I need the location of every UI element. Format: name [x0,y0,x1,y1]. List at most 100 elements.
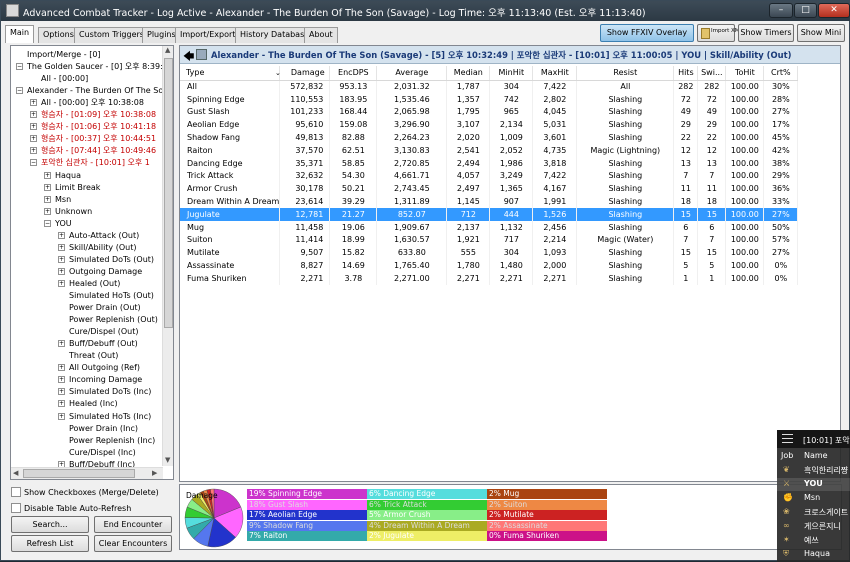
tree-node[interactable]: All - [00:00] 오후 10:38:08 [41,97,144,109]
column-header[interactable]: Swi... [697,66,727,81]
column-header[interactable]: MaxHit [532,66,578,81]
table-row[interactable]: Trick Attack 32,632 54.30 4,661.71 4,057 3,24… [180,169,799,183]
tree-node[interactable]: Limit Break [55,182,100,194]
tree-node[interactable]: Msn [55,194,71,206]
tree-node[interactable]: Power Replenish (Inc) [69,435,155,447]
table-row[interactable]: Gust Slash 101,233 168.44 2,065.98 1,795 965 4… [180,105,799,119]
expand-icon[interactable]: + [58,400,65,408]
expand-icon[interactable]: + [44,195,51,203]
back-arrow-icon[interactable]: 🡄 [183,48,194,67]
minimize-button[interactable]: – [769,3,793,18]
tree-node[interactable]: Healed (Inc) [69,398,118,410]
tree-node[interactable]: Import/Merge - [0] [27,49,101,61]
table-row[interactable]: Spinning Edge 110,553 183.95 1,535.46 1,357 7… [180,92,799,106]
tree-node[interactable]: 형슴자 - [01:06] 오후 10:41:18 [41,121,156,133]
expand-icon[interactable]: + [30,111,37,119]
tree-node[interactable]: Simulated HoTs (Out) [69,290,154,302]
tree-node[interactable]: Skill/Ability (Out) [69,242,136,254]
tree-node[interactable]: Cure/Dispel (Out) [69,326,138,338]
expand-icon[interactable]: + [58,267,65,275]
column-header[interactable]: Type [180,66,281,81]
table-row[interactable]: Assassinate 8,827 14.69 1,765.40 1,780 1,480 2… [180,259,799,272]
expand-icon[interactable]: + [58,255,65,263]
table-row[interactable]: All 572,832 953.13 2,031.32 1,787 304 7,422 All… [180,80,799,93]
tree-node[interactable]: Power Replenish (Out) [69,314,158,326]
close-button[interactable]: ✕ [818,3,850,18]
tree-node[interactable]: The Golden Saucer - [0] 오후 8:39:5 [27,61,168,73]
column-header[interactable]: MinHit [489,66,534,81]
expand-icon[interactable]: + [58,364,65,372]
tab-history-database[interactable]: History Database [235,27,315,43]
column-header[interactable]: Resist [576,66,675,81]
tree-node[interactable]: Auto-Attack (Out) [69,230,139,242]
encounter-tree[interactable]: Import/Merge - [0] The Golden Saucer - [0… [10,45,174,480]
tree-horizontal-scrollbar[interactable]: ◀ ▶ [11,467,163,479]
tree-node[interactable]: All - [00:00] [41,73,88,85]
table-row[interactable]: Dancing Edge 35,371 58.85 2,720.85 2,494 1,98… [180,156,799,170]
table-row[interactable]: Armor Crush 30,178 50.21 2,743.45 2,497 1,365… [180,182,799,196]
tree-node[interactable]: Threat (Out) [69,350,118,362]
table-row[interactable]: Aeolian Edge 95,610 159.08 3,296.90 3,107 2,1… [180,118,799,132]
maximize-button[interactable]: □ [794,3,817,18]
expand-icon[interactable]: + [44,207,51,215]
tree-node[interactable]: Unknown [55,206,92,218]
show-ffxiv-overlay-button[interactable]: Show FFXIV Overlay [600,24,694,42]
tree-node[interactable]: All Outgoing (Ref) [69,362,140,374]
menu-icon[interactable] [782,434,793,443]
table-row[interactable]: Mug 11,458 19.06 1,909.67 2,137 1,132 2,456 Sla… [180,220,799,234]
tree-vertical-scroll-thumb[interactable] [164,58,173,328]
expand-icon[interactable]: + [58,231,65,239]
expand-icon[interactable]: + [30,135,37,143]
tree-node[interactable]: Outgoing Damage [69,266,142,278]
tree-node[interactable]: YOU [55,218,72,230]
collapse-icon[interactable]: − [16,63,23,71]
tree-node[interactable]: Simulated DoTs (Out) [69,254,154,266]
expand-icon[interactable]: + [30,147,37,155]
column-header[interactable]: Median [446,66,491,81]
show-checkboxes-checkbox[interactable] [11,487,21,497]
end-encounter-button[interactable]: End Encounter [94,516,172,533]
tree-node[interactable]: Haqua [55,170,81,182]
expand-icon[interactable]: + [58,340,65,348]
tree-node[interactable]: Incoming Damage [69,374,142,386]
ffxiv-dps-overlay[interactable]: [10:01] 포악 Job Name ❦ 흑익한리리쨩 ⚔ YOU ✊ Msn ❀ 크로스게… [777,430,850,562]
tree-node[interactable]: Cure/Dispel (Inc) [69,447,136,459]
column-header[interactable]: EncDPS [329,66,378,81]
expand-icon[interactable]: + [44,171,51,179]
table-row[interactable]: Fuma Shuriken 2,271 3.78 2,271.00 2,271 2,271… [180,271,799,285]
tree-node[interactable]: 형슴자 - [07:44] 오후 10:49:46 [41,145,156,157]
table-row[interactable]: Suiton 11,414 18.99 1,630.57 1,921 717 2,214 Ma… [180,233,799,247]
scroll-left-arrow-icon[interactable]: ◀ [13,469,18,477]
scroll-down-arrow-icon[interactable]: ▼ [165,456,170,464]
column-header[interactable]: Crt% [763,66,799,81]
tab-custom-triggers[interactable]: Custom Triggers [74,27,149,43]
tab-about[interactable]: About [304,27,338,43]
expand-icon[interactable]: + [44,183,51,191]
table-row[interactable]: Shadow Fang 49,813 82.88 2,264.23 2,020 1,009… [180,131,799,144]
expand-icon[interactable]: + [58,243,65,251]
show-mini-button[interactable]: Show Mini [797,24,845,42]
tree-node[interactable]: Power Drain (Out) [69,302,141,314]
column-header[interactable]: Average [376,66,448,81]
table-row[interactable]: Raiton 37,570 62.51 3,130.83 2,541 2,052 4,735… [180,143,799,157]
tab-main[interactable]: Main [5,25,35,43]
expand-icon[interactable]: + [30,123,37,131]
refresh-list-button[interactable]: Refresh List [11,535,89,552]
expand-icon[interactable]: + [58,412,65,420]
export-icon[interactable] [196,49,207,60]
tree-node[interactable]: Power Drain (Inc) [69,423,138,435]
tab-options[interactable]: Options [38,27,79,43]
import-xml-button[interactable]: Import XML [697,24,743,42]
tree-horizontal-scroll-thumb[interactable] [23,469,135,478]
tree-node[interactable]: Buff/Debuff (Out) [69,338,138,350]
expand-icon[interactable]: + [58,388,65,396]
tree-node[interactable]: Alexander - The Burden Of The Son [27,85,168,97]
tree-node[interactable]: 포악한 십관자 - [10:01] 오후 1 [41,157,150,169]
scroll-right-arrow-icon[interactable]: ▶ [152,469,157,477]
tree-vertical-scrollbar[interactable]: ▲ ▼ [162,46,173,466]
clear-encounters-button[interactable]: Clear Encounters [94,535,172,552]
expand-icon[interactable]: + [58,376,65,384]
tree-node[interactable]: Simulated HoTs (Inc) [69,411,151,423]
show-timers-button[interactable]: Show Timers [738,24,794,42]
table-row[interactable]: Jugulate 12,781 21.27 852.07 712 444 1,526 Slas… [180,207,799,221]
